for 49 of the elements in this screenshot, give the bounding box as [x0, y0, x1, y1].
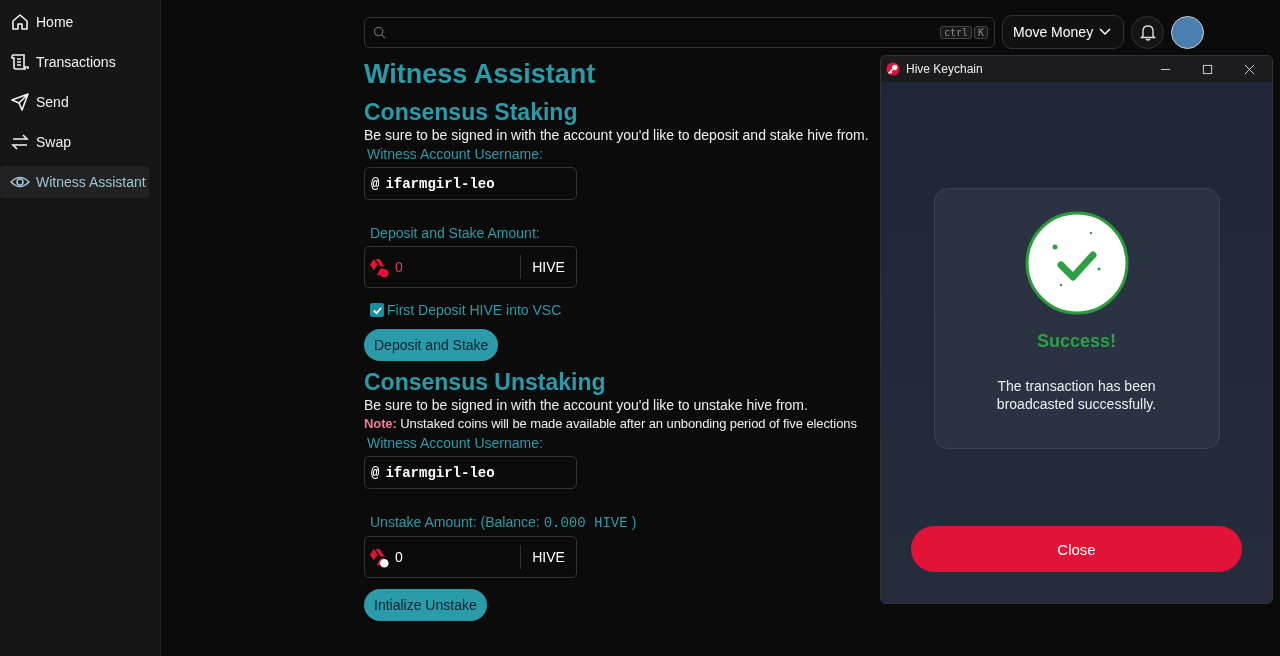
- section-title: Consensus Unstaking: [364, 369, 606, 395]
- submit-button[interactable]: Intialize Unstake: [364, 589, 487, 621]
- send-icon: [10, 92, 30, 112]
- sidebar-item[interactable]: Swap: [0, 126, 149, 158]
- chevron-down-icon: [1099, 28, 1112, 36]
- keyboard-key: K: [973, 25, 988, 39]
- field-label: Deposit and Stake Amount:: [370, 225, 540, 241]
- field-label: ): [631, 514, 637, 530]
- currency-label: HIVE: [531, 549, 566, 565]
- sidebar-item[interactable]: Home: [0, 6, 149, 38]
- field-label: Witness Account Username:: [367, 435, 543, 451]
- sidebar-item[interactable]: Transactions: [0, 46, 149, 78]
- avatar[interactable]: [1171, 15, 1205, 49]
- amount-field[interactable]: 0: [395, 545, 521, 569]
- field-label: Unstake Amount: (Balance:: [370, 514, 540, 530]
- home-icon: [10, 12, 30, 32]
- section-title: Consensus Staking: [364, 99, 578, 125]
- close-button[interactable]: Close: [911, 526, 1242, 572]
- message-text: The transaction has been broadcasted successfully.: [995, 377, 1158, 413]
- maximize-icon[interactable]: [1202, 63, 1213, 75]
- sidebar-item[interactable]: Send: [0, 86, 149, 118]
- note-text: Unstaked coins will be made available after an unbonding period of five elections: [400, 416, 857, 431]
- status-text: Success!: [1036, 331, 1117, 352]
- sidebar-item[interactable]: Witness Assistant: [0, 166, 149, 198]
- balance-value: 0.000 HIVE: [543, 515, 628, 531]
- username-field[interactable]: @ ifarmgirl-leo: [364, 167, 577, 200]
- checkbox-label: First Deposit HIVE into VSC: [387, 302, 562, 318]
- submit-button[interactable]: Deposit and Stake: [364, 329, 499, 361]
- description-text: Be sure to be signed in with the account you'd like to unstake hive from.: [364, 396, 808, 414]
- notifications-button[interactable]: [1131, 15, 1165, 49]
- note-label: Note:: [364, 416, 397, 431]
- scroll-icon: [10, 52, 30, 72]
- search-field[interactable]: ctrl K: [364, 16, 995, 48]
- move-money-button[interactable]: Move Money: [1002, 15, 1125, 49]
- amount-field[interactable]: 0: [395, 255, 521, 279]
- keyboard-key: ctrl: [939, 25, 972, 39]
- key-logo-icon: [886, 62, 900, 76]
- description-text: Be sure to be signed in with the account you'd like to deposit and stake hive from.: [364, 126, 869, 144]
- close-icon[interactable]: [1244, 63, 1255, 75]
- username-field[interactable]: @ ifarmgirl-leo: [364, 456, 577, 489]
- page-title: Witness Assistant: [364, 58, 596, 91]
- bell-icon: [1137, 22, 1158, 42]
- swap-icon: [10, 132, 30, 152]
- window-title: Hive Keychain: [906, 62, 984, 76]
- currency-label: HIVE: [531, 259, 566, 275]
- search-icon: [373, 25, 386, 39]
- field-label: Witness Account Username:: [367, 146, 543, 162]
- checkbox[interactable]: [370, 303, 384, 317]
- checkmark-icon: [1024, 211, 1129, 315]
